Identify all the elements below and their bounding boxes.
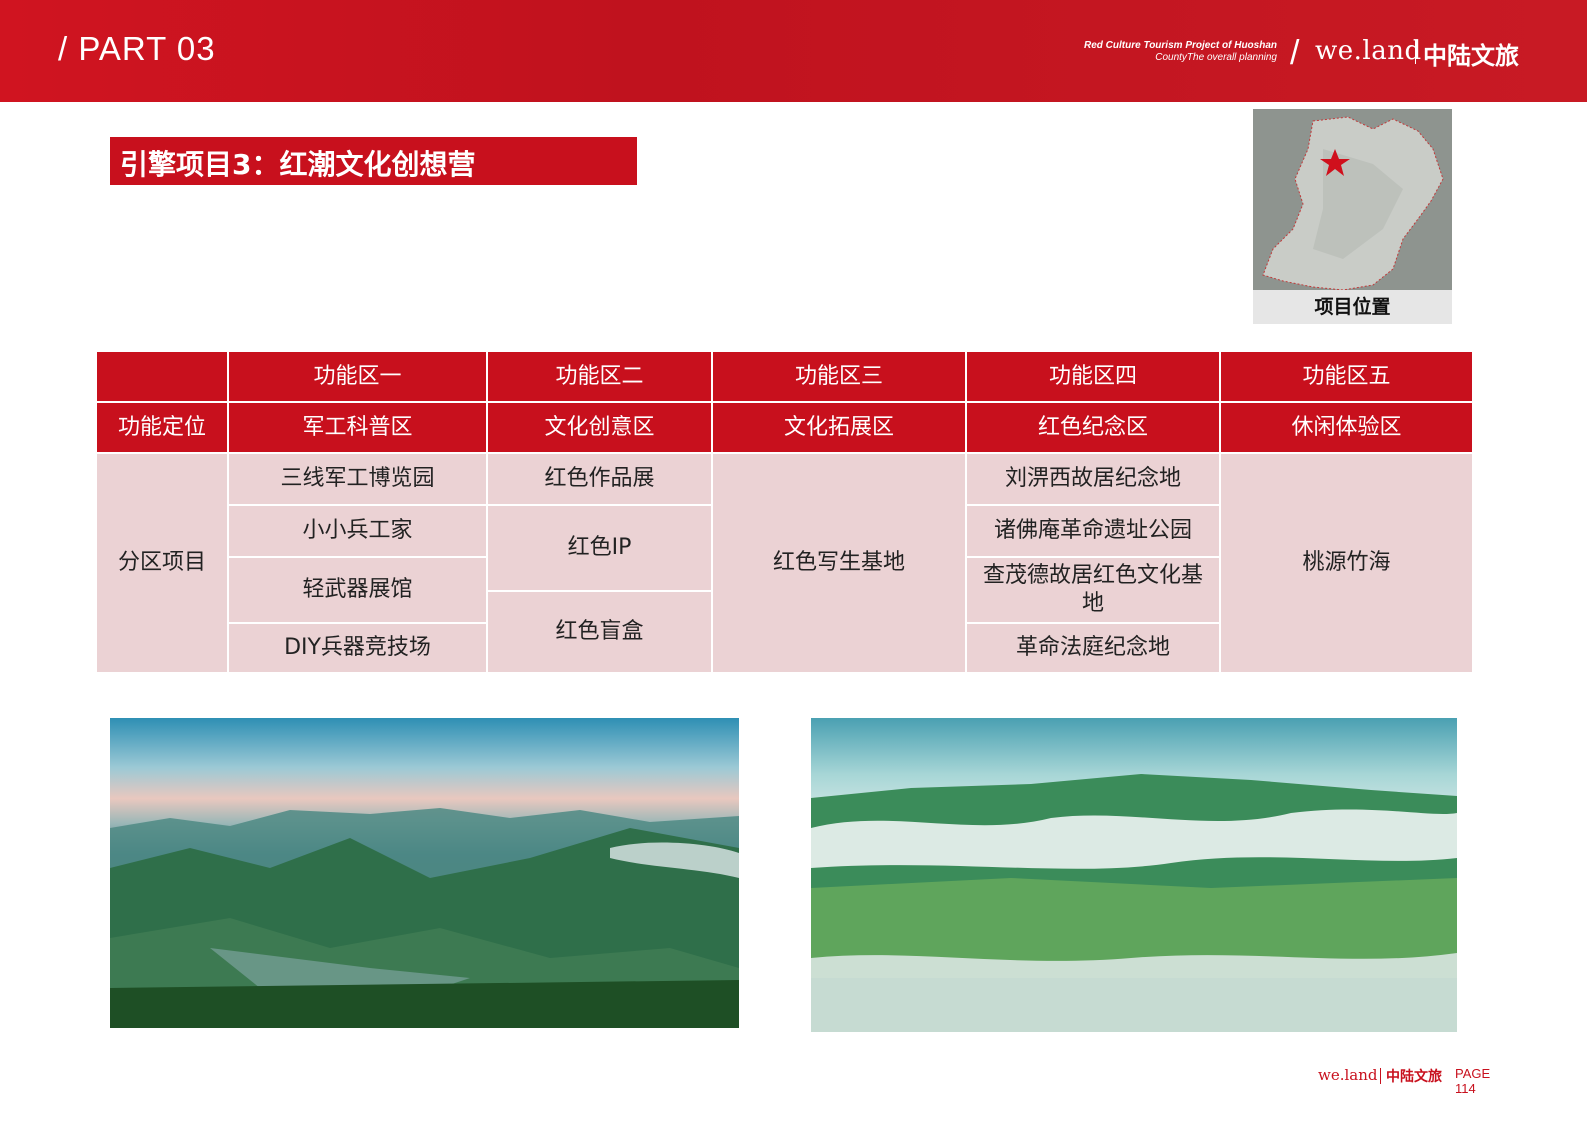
positioning-label: 功能定位 <box>95 401 229 454</box>
location-map: 项目位置 <box>1253 109 1452 324</box>
zone2-item: 红色盲盒 <box>486 590 713 674</box>
positioning-zone-1: 军工科普区 <box>227 401 488 454</box>
positioning-zone-3: 文化拓展区 <box>711 401 967 454</box>
footer-divider <box>1380 1068 1381 1084</box>
section-title: 引擎项目3：红潮文化创想营 <box>120 148 476 181</box>
zone1-item: 轻武器展馆 <box>227 556 488 624</box>
positioning-zone-2: 文化创意区 <box>486 401 713 454</box>
footer-logo-cn: 中陆文旅 <box>1386 1069 1442 1085</box>
zone2-item: 红色作品展 <box>486 452 713 506</box>
zone2-item: 红色IP <box>486 504 713 592</box>
header-zone-4: 功能区四 <box>965 350 1221 403</box>
zone3-item: 红色写生基地 <box>711 452 967 674</box>
page-value: 114 <box>1455 1081 1476 1096</box>
subtitle-line2: CountyThe overall planning <box>1155 52 1277 63</box>
map-caption: 项目位置 <box>1253 290 1452 324</box>
projects-label: 分区项目 <box>95 452 229 674</box>
subtitle-line1: Red Culture Tourism Project of Huoshan <box>1084 40 1277 51</box>
zone4-item: 诸佛庵革命遗址公园 <box>965 504 1221 558</box>
header-zone-2: 功能区二 <box>486 350 713 403</box>
positioning-zone-4: 红色纪念区 <box>965 401 1221 454</box>
zone5-item: 桃源竹海 <box>1219 452 1474 674</box>
footer-logo-en: we.land <box>1318 1066 1378 1084</box>
landscape-photo-valley <box>110 718 739 1028</box>
page-label: PAGE <box>1455 1066 1491 1081</box>
header-zone-3: 功能区三 <box>711 350 967 403</box>
header-zone-5: 功能区五 <box>1219 350 1474 403</box>
brand-logo-en: we.land <box>1315 36 1422 66</box>
brand-logo-cn: 中陆文旅 <box>1423 42 1519 70</box>
header-slash: / <box>1290 34 1300 72</box>
part-label: / PART 03 <box>58 30 216 67</box>
section-title-bar: 引擎项目3：红潮文化创想营 <box>110 137 637 185</box>
county-map-icon <box>1253 109 1452 290</box>
zone4-item: 革命法庭纪念地 <box>965 622 1221 674</box>
brand-divider <box>1415 40 1416 64</box>
zone1-item: 三线军工博览园 <box>227 452 488 506</box>
page-number: PAGE 114 <box>1455 1066 1490 1096</box>
positioning-row: 功能定位 军工科普区 文化创意区 文化拓展区 红色纪念区 休闲体验区 <box>95 401 1474 454</box>
landscape-photo-clouds <box>811 718 1457 1032</box>
header-bar: / PART 03 Red Culture Tourism Project of… <box>0 0 1587 102</box>
zones-table: 功能区一 功能区二 功能区三 功能区四 功能区五 功能定位 军工科普区 文化创意… <box>95 350 1474 674</box>
header-subtitle: Red Culture Tourism Project of Huoshan C… <box>1084 40 1277 64</box>
table-header-row: 功能区一 功能区二 功能区三 功能区四 功能区五 <box>95 350 1474 403</box>
header-corner <box>95 350 229 403</box>
positioning-zone-5: 休闲体验区 <box>1219 401 1474 454</box>
zone4-item: 查茂德故居红色文化基地 <box>965 556 1221 624</box>
zone1-item: 小小兵工家 <box>227 504 488 558</box>
zone4-item: 刘淠西故居纪念地 <box>965 452 1221 506</box>
header-zone-1: 功能区一 <box>227 350 488 403</box>
zone1-item: DIY兵器竞技场 <box>227 622 488 674</box>
